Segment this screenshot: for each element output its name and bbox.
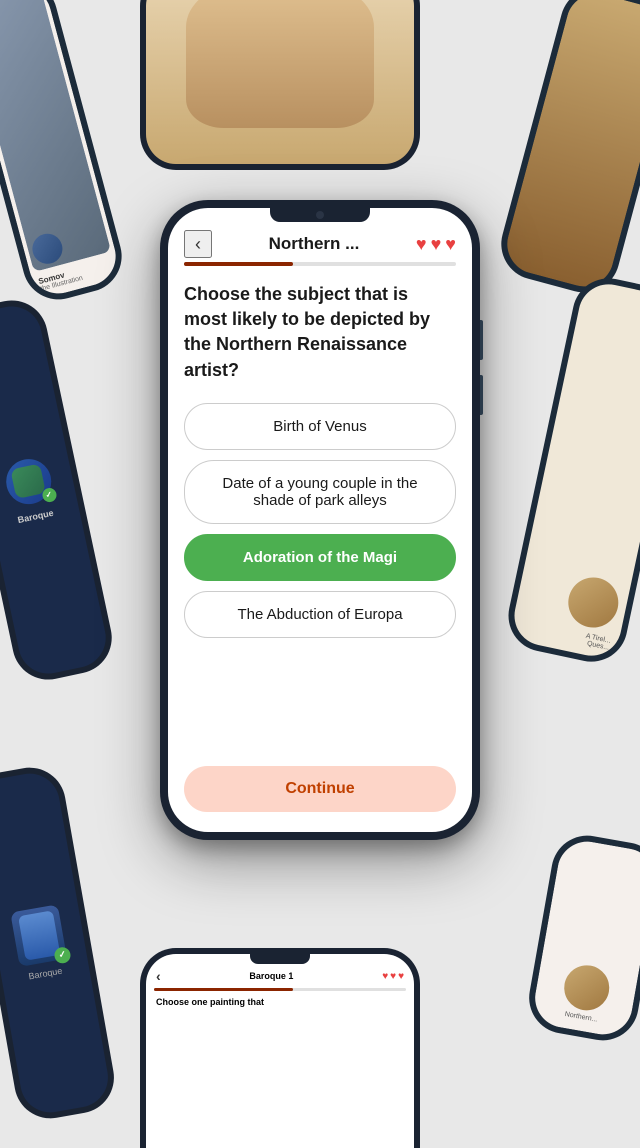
bottom-heart-1: ♥ bbox=[382, 971, 388, 982]
br-label: Northern... bbox=[564, 1011, 598, 1024]
background-phone-right: A Tirel... Ques... bbox=[502, 272, 640, 669]
background-phone-top-right bbox=[493, 0, 640, 300]
phone-notch bbox=[270, 208, 370, 222]
right-phone-label: A Tirel... Ques... bbox=[584, 633, 612, 652]
main-phone: ‹ Northern ... ♥ ♥ ♥ Choose the subject … bbox=[160, 200, 480, 840]
bottom-phone-title: Baroque 1 bbox=[249, 971, 293, 981]
power-button bbox=[480, 375, 483, 415]
quiz-header: ‹ Northern ... ♥ ♥ ♥ bbox=[168, 222, 472, 262]
background-phone-bottom-right: Northern... bbox=[523, 830, 640, 1046]
background-phone-top-center bbox=[140, 0, 420, 170]
question-text: Choose the subject that is most likely t… bbox=[184, 282, 456, 383]
answer-option-a[interactable]: Birth of Venus bbox=[184, 403, 456, 450]
bottom-phone-question: Choose one painting that bbox=[146, 991, 414, 1015]
continue-button[interactable]: Continue bbox=[184, 766, 456, 812]
answer-options: Birth of Venus Date of a young couple in… bbox=[184, 403, 456, 638]
bottom-heart-3: ♥ bbox=[398, 971, 404, 982]
volume-button bbox=[480, 320, 483, 360]
background-phone-left: ✓ Baroque bbox=[0, 294, 118, 686]
quiz-title: Northern ... bbox=[269, 234, 360, 254]
answer-option-d[interactable]: The Abduction of Europa bbox=[184, 591, 456, 638]
bottom-phone-back: ‹ bbox=[156, 968, 161, 984]
heart-1: ♥ bbox=[416, 234, 427, 255]
bottom-heart-2: ♥ bbox=[390, 971, 396, 982]
back-button[interactable]: ‹ bbox=[184, 230, 212, 258]
continue-area: Continue bbox=[168, 754, 472, 832]
background-phone-bottom-left: ✓ Baroque bbox=[0, 762, 120, 1124]
left-phone-label: Baroque bbox=[17, 507, 55, 524]
heart-2: ♥ bbox=[431, 234, 442, 255]
camera-dot bbox=[316, 211, 324, 219]
background-phone-top-left: Somov the Illustration bbox=[0, 0, 130, 307]
lives-indicator: ♥ ♥ ♥ bbox=[416, 234, 456, 255]
heart-3: ♥ bbox=[445, 234, 456, 255]
background-phone-bottom: ‹ Baroque 1 ♥ ♥ ♥ Choose one painting th… bbox=[140, 948, 420, 1148]
bottom-phone-hearts: ♥ ♥ ♥ bbox=[382, 971, 404, 982]
answer-option-c[interactable]: Adoration of the Magi bbox=[184, 534, 456, 581]
answer-option-b[interactable]: Date of a young couple in the shade of p… bbox=[184, 460, 456, 524]
question-area: Choose the subject that is most likely t… bbox=[168, 266, 472, 754]
